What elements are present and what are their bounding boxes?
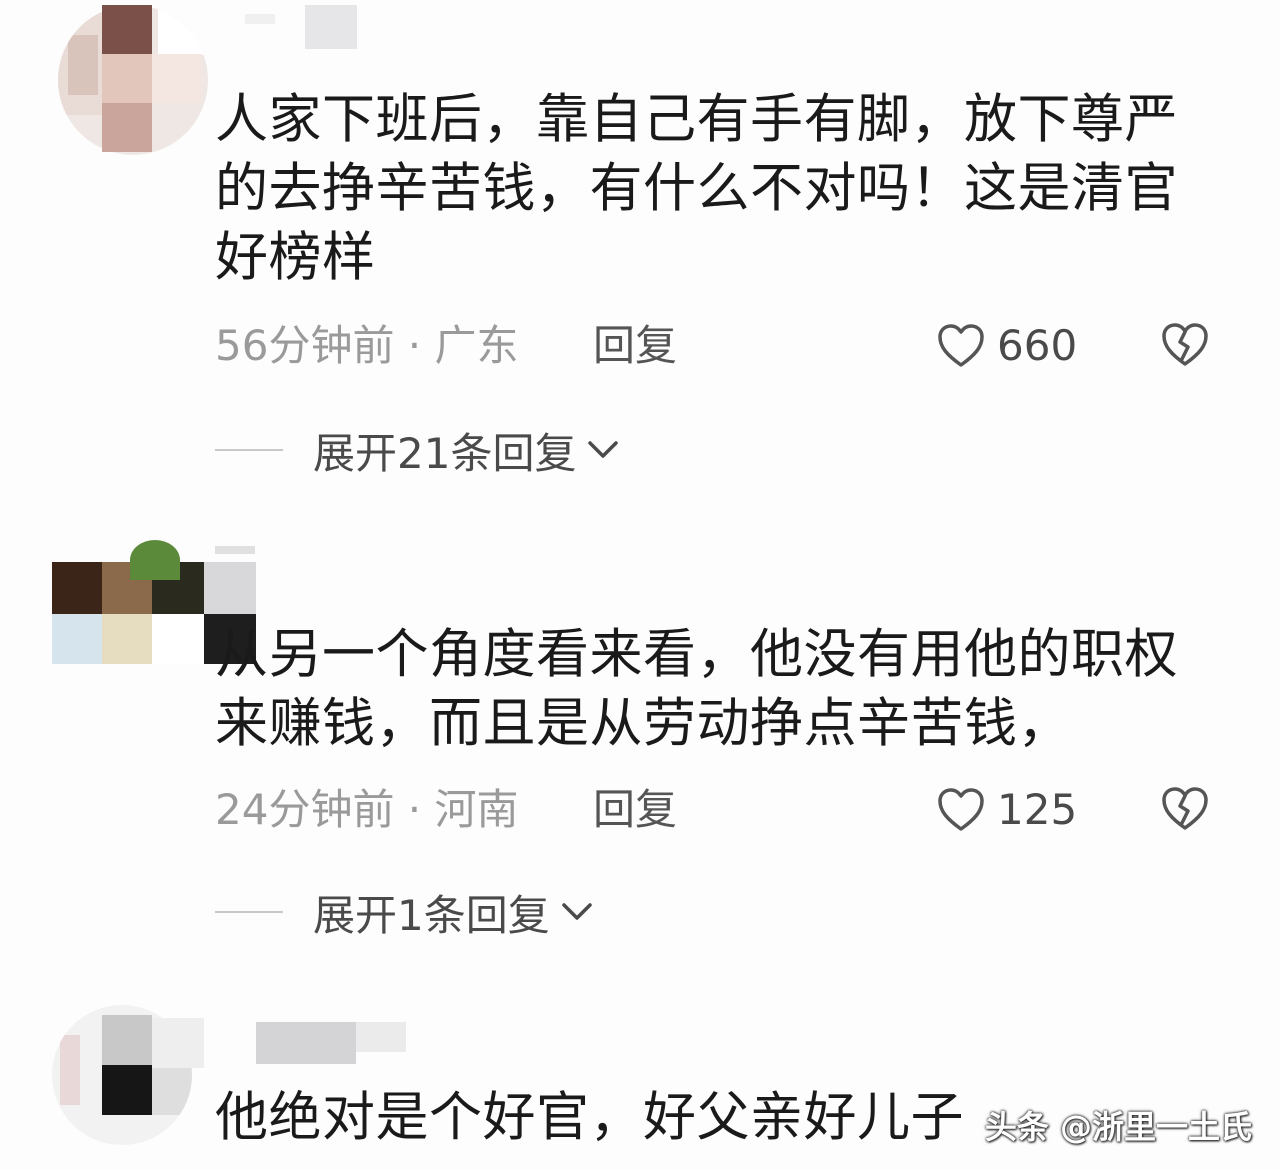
comment-list: 人家下班后，靠自己有手有脚，放下尊严的去挣辛苦钱，有什么不对吗！这是清官好榜样 … xyxy=(0,0,1280,1170)
comment-item: 他绝对是个好官，好父亲好儿子 xyxy=(0,0,1280,1170)
username-blur xyxy=(356,1022,406,1052)
watermark: 头条 @浙里一土氏 xyxy=(984,1108,1252,1146)
username-blur xyxy=(152,1018,204,1068)
username-blur xyxy=(256,1022,356,1064)
